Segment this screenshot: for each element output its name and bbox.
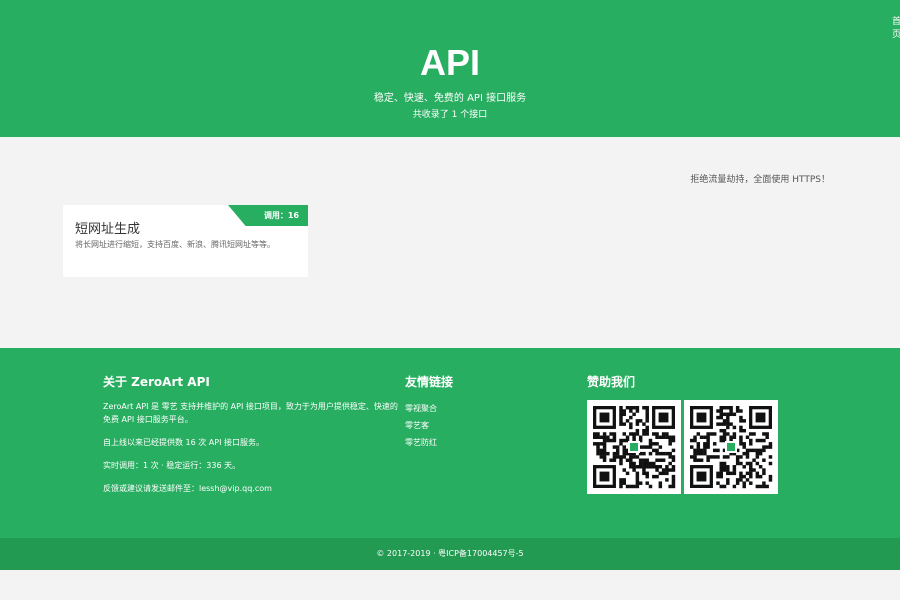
home-link[interactable]: 首页 [892, 14, 900, 40]
about-text: ZeroArt API 是 零艺 支持并维护的 API 接口项目，致力于为用户提… [103, 402, 398, 424]
friend-link[interactable]: 零艺防红 [405, 434, 565, 451]
api-card-title[interactable]: 短网址生成 [75, 218, 140, 237]
header: 首页 API 稳定、快速、免费的 API 接口服务 共收录了 1 个接口 [0, 0, 900, 137]
page-title: API [419, 42, 480, 83]
footer: 关于 ZeroArt API ZeroArt API 是 零艺 支持并维护的 A… [0, 348, 900, 538]
about-title: 关于 ZeroArt API [103, 375, 210, 389]
about-contact-email: 反馈或建议请发送邮件至：lessh@vip.qq.com [103, 484, 272, 493]
api-card[interactable]: 调用：16 短网址生成 将长网址进行缩短，支持百度、新浪、腾讯短网址等等。 [63, 205, 308, 277]
api-card-description: 将长网址进行缩短，支持百度、新浪、腾讯短网址等等。 [75, 240, 275, 249]
footer-links: 友情链接 零视聚合 零艺客 零艺防红 [405, 374, 565, 451]
api-count: 共收录了 1 个接口 [412, 110, 488, 120]
donate-title: 赞助我们 [587, 375, 636, 389]
https-notice: 拒绝流量劫持，全面使用 HTTPS！ [690, 175, 830, 185]
footer-about: 关于 ZeroArt API ZeroArt API 是 零艺 支持并维护的 A… [103, 374, 403, 505]
bottom-strip [0, 570, 900, 600]
about-service-count: 自上线以来已经提供数 16 次 API 接口服务。 [103, 438, 265, 447]
friend-link[interactable]: 零视聚合 [405, 400, 565, 417]
page-subtitle: 稳定、快速、免费的 API 接口服务 [373, 93, 527, 104]
call-count-badge: 调用：16 [263, 211, 299, 220]
friend-link[interactable]: 零艺客 [405, 417, 565, 434]
qr-code-icon [684, 400, 778, 494]
links-title: 友情链接 [405, 375, 454, 389]
about-uptime: 实时调用：1 次 · 稳定运行：336 天。 [103, 461, 241, 470]
footer-donate: 赞助我们 [587, 374, 787, 494]
qr-code-row [587, 400, 787, 494]
qr-code-icon [587, 400, 681, 494]
copyright-bar: © 2017-2019 · 粤ICP备17004457号-5 [0, 538, 900, 570]
